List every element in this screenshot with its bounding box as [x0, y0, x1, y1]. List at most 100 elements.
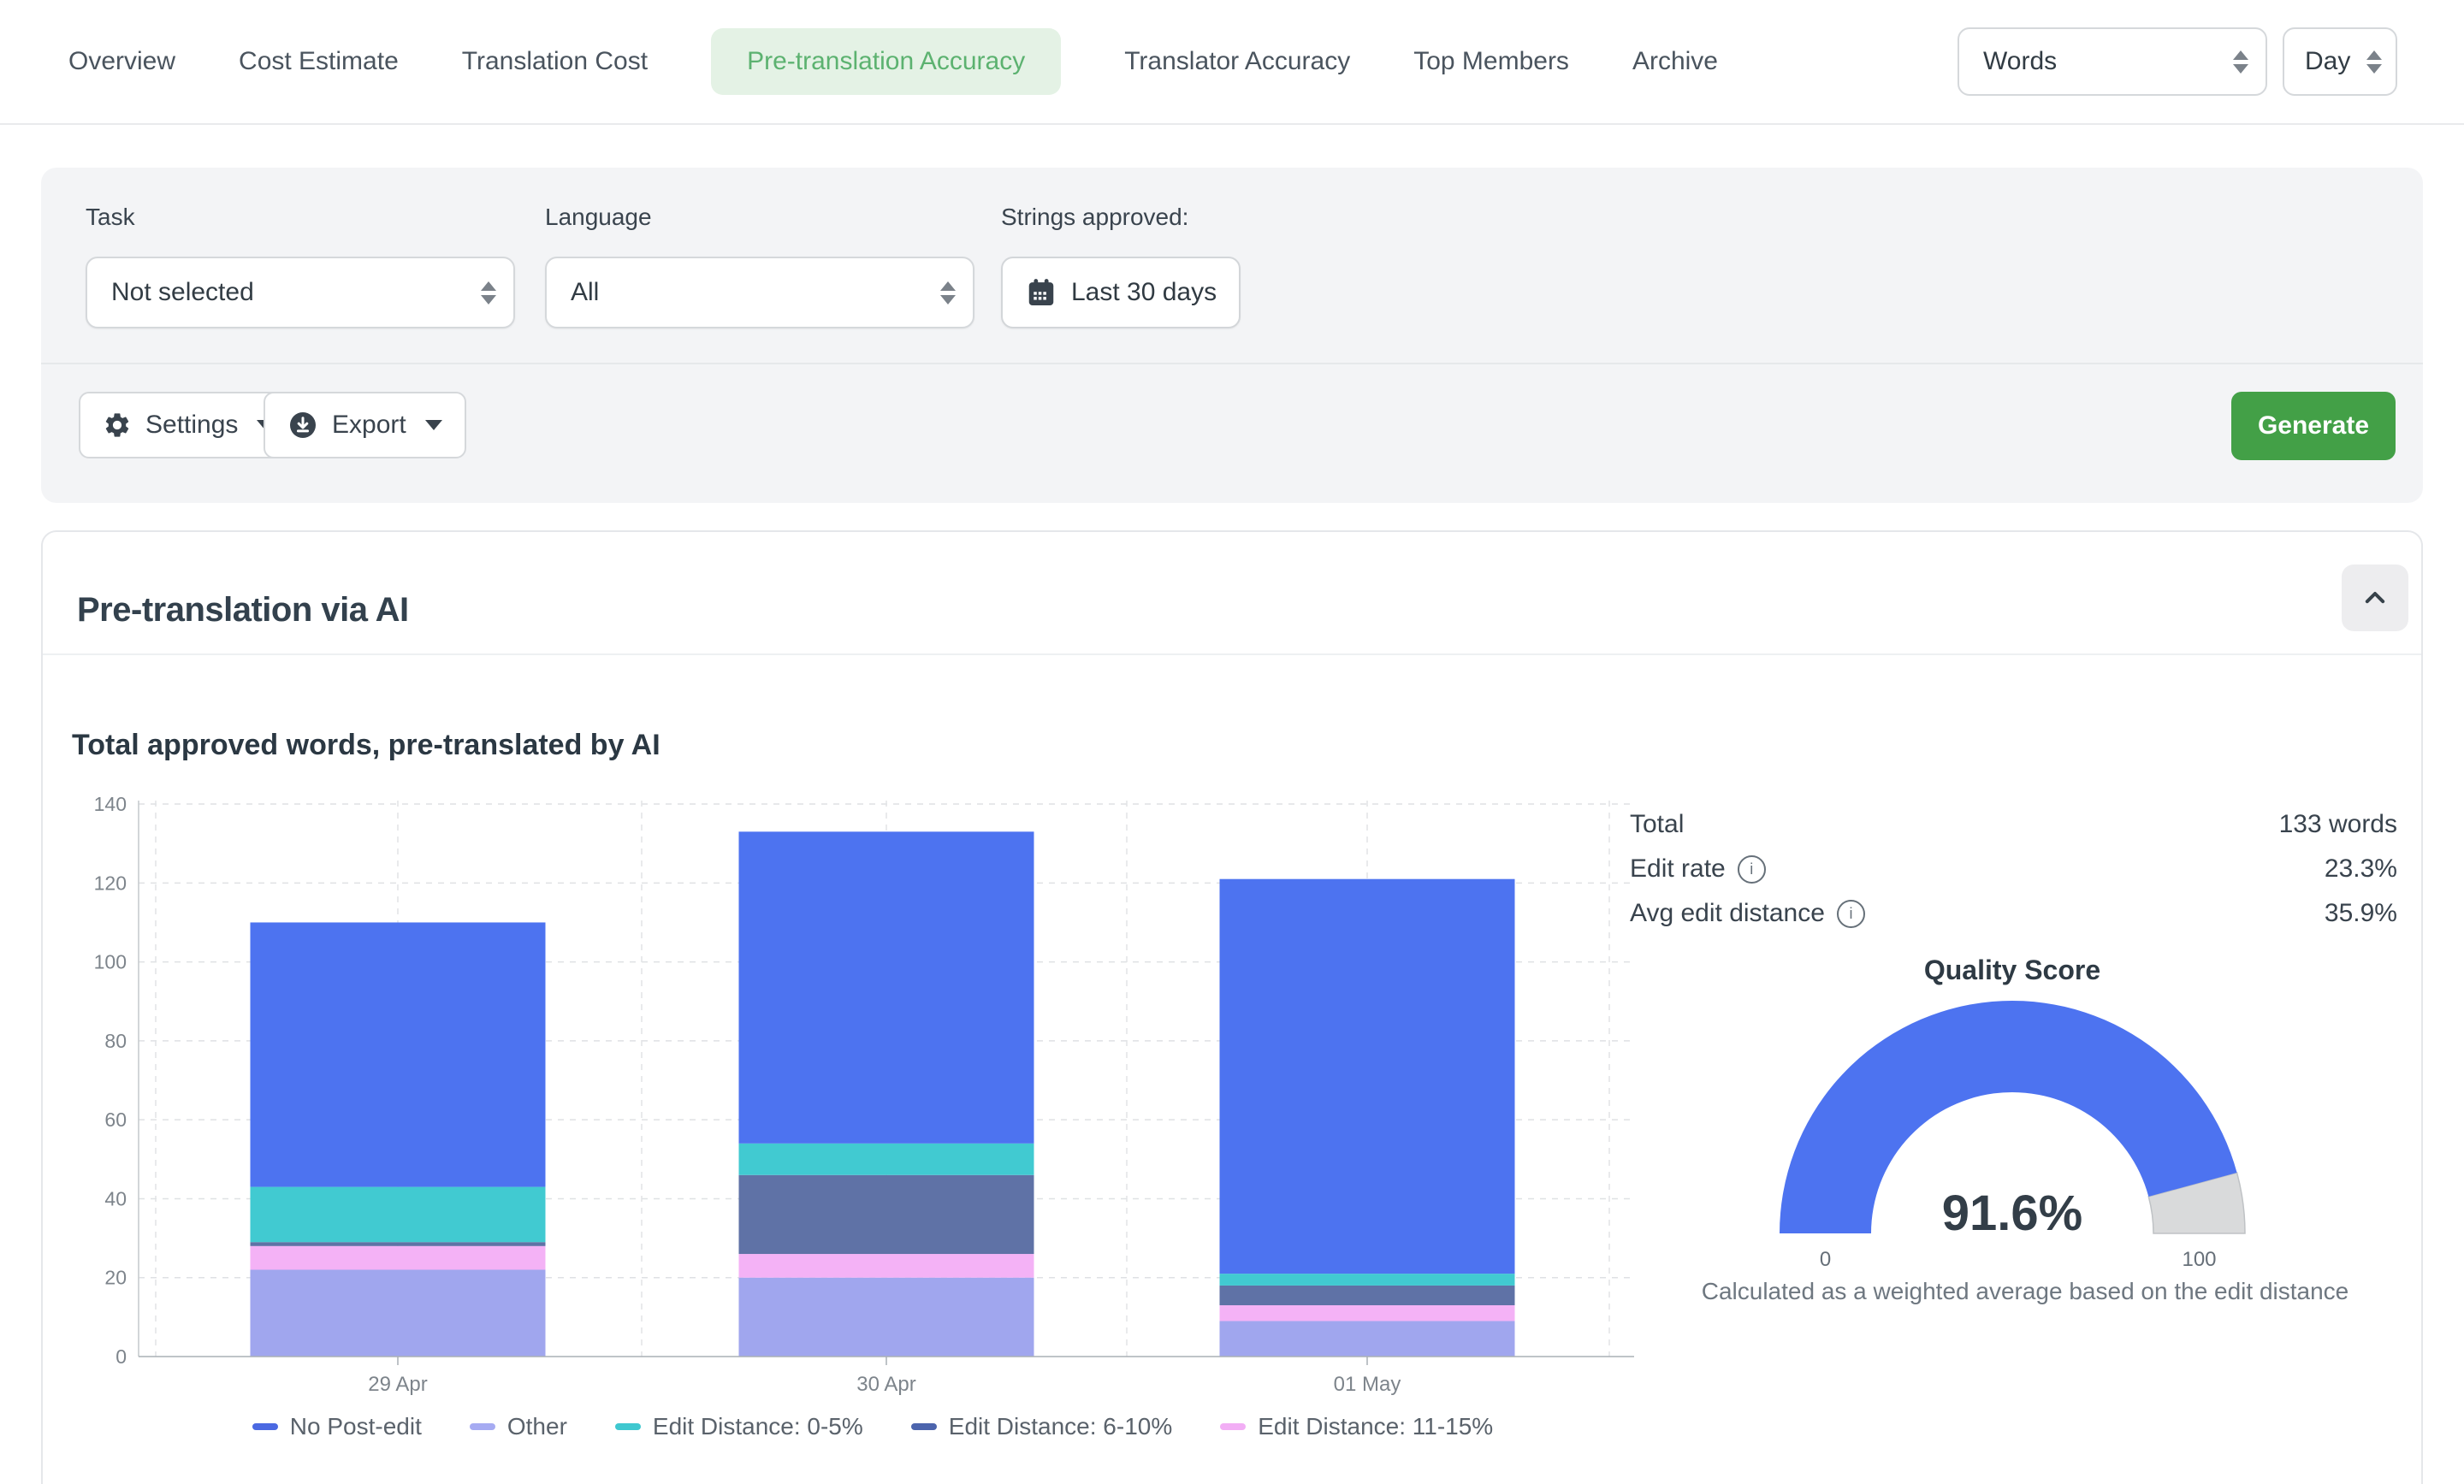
gauge-max-label: 100	[2182, 1248, 2216, 1271]
bar-segment	[739, 1254, 1034, 1278]
info-icon[interactable]: i	[1837, 900, 1865, 928]
bar-segment	[1220, 1286, 1515, 1305]
calendar-icon	[1025, 276, 1057, 309]
unit-select-value: Words	[1983, 47, 2057, 76]
export-button[interactable]: Export	[264, 392, 466, 458]
panel-divider	[41, 363, 2423, 364]
stats-value: 35.9%	[2325, 899, 2397, 928]
card-header-divider	[43, 653, 2421, 655]
stats-label: Total	[1630, 810, 1684, 839]
date-range-button[interactable]: Last 30 days	[1001, 257, 1241, 328]
bar-segment	[739, 1278, 1034, 1357]
legend-dash-icon	[911, 1423, 937, 1430]
gauge-caption: Calculated as a weighted average based o…	[1619, 1278, 2431, 1305]
svg-text:20: 20	[104, 1267, 127, 1289]
stepper-icon	[940, 281, 956, 304]
screen: Overview Cost Estimate Translation Cost Pre…	[0, 0, 2464, 1484]
bar-segment	[1220, 879, 1515, 1274]
stats-label: Avg edit distancei	[1630, 899, 1865, 928]
legend-dash-icon	[252, 1423, 278, 1430]
legend-label: No Post-edit	[290, 1413, 422, 1440]
tab-cost-estimate[interactable]: Cost Estimate	[239, 47, 399, 76]
stats-row: Total 133 words	[1630, 802, 2397, 847]
legend-item: Edit Distance: 6-10%	[911, 1413, 1172, 1440]
tab-overview[interactable]: Overview	[68, 47, 175, 76]
legend-label: Edit Distance: 0-5%	[653, 1413, 863, 1440]
collapse-button[interactable]	[2342, 565, 2408, 631]
svg-text:29 Apr: 29 Apr	[368, 1373, 427, 1396]
period-select[interactable]: Day	[2283, 27, 2397, 96]
svg-text:40: 40	[104, 1187, 127, 1209]
bar-segment	[251, 1187, 546, 1243]
bar-segment	[739, 831, 1034, 1144]
period-select-value: Day	[2305, 47, 2350, 76]
stats-value: 133 words	[2279, 810, 2397, 839]
bar-segment	[1220, 1305, 1515, 1321]
tab-translator-accuracy[interactable]: Translator Accuracy	[1124, 47, 1350, 76]
bar-segment	[1220, 1274, 1515, 1286]
stats-value: 23.3%	[2325, 854, 2397, 884]
legend-dash-icon	[615, 1423, 641, 1430]
svg-text:80: 80	[104, 1030, 127, 1052]
svg-text:01 May: 01 May	[1334, 1373, 1401, 1396]
tabbar-divider	[0, 123, 2464, 125]
svg-text:140: 140	[94, 793, 127, 815]
gauge-title: Quality Score	[1756, 955, 2269, 986]
info-icon[interactable]: i	[1738, 855, 1766, 884]
bar-segment	[739, 1144, 1034, 1175]
tab-top-members[interactable]: Top Members	[1413, 47, 1569, 76]
stats-row: Avg edit distancei 35.9%	[1630, 891, 2397, 936]
legend-item: Other	[470, 1413, 567, 1440]
stacked-bar-chart: 02040608010012014029 Apr30 Apr01 May	[86, 761, 1643, 1398]
legend-label: Edit Distance: 11-15%	[1258, 1413, 1493, 1440]
card-title: Pre-translation via AI	[77, 591, 409, 630]
legend-item: Edit Distance: 11-15%	[1220, 1413, 1493, 1440]
chevron-down-icon	[425, 420, 442, 430]
legend-item: No Post-edit	[252, 1413, 422, 1440]
legend-label: Edit Distance: 6-10%	[949, 1413, 1172, 1440]
stats-label: Edit ratei	[1630, 854, 1766, 884]
bar-segment	[251, 1246, 546, 1270]
gear-icon	[103, 411, 132, 440]
legend-label: Other	[507, 1413, 567, 1440]
download-icon	[287, 410, 318, 440]
bar-segment	[251, 1269, 546, 1357]
stats-block: Total 133 words Edit ratei 23.3% Avg edit di…	[1630, 802, 2397, 936]
chart-legend: No Post-edit Other Edit Distance: 0-5% Edit…	[120, 1413, 1626, 1440]
legend-item: Edit Distance: 0-5%	[615, 1413, 863, 1440]
legend-dash-icon	[470, 1423, 495, 1430]
stepper-icon	[2233, 50, 2248, 74]
date-range-value: Last 30 days	[1071, 278, 1217, 307]
filter-panel: Task Not selected Language All Strings a…	[41, 168, 2423, 503]
bar-segment	[739, 1175, 1034, 1254]
svg-text:120: 120	[94, 872, 127, 894]
chevron-up-icon	[2358, 581, 2392, 615]
svg-text:100: 100	[94, 951, 127, 973]
svg-text:30 Apr: 30 Apr	[856, 1373, 915, 1396]
task-select-value: Not selected	[111, 278, 254, 307]
bar-segment	[1220, 1321, 1515, 1357]
unit-select[interactable]: Words	[1958, 27, 2267, 96]
bar-segment	[251, 922, 546, 1186]
settings-label: Settings	[145, 411, 238, 440]
language-select-value: All	[571, 278, 599, 307]
generate-button[interactable]: Generate	[2231, 392, 2396, 460]
svg-text:0: 0	[116, 1345, 127, 1368]
strings-approved-label: Strings approved:	[1001, 204, 1188, 231]
gauge-min-label: 0	[1820, 1248, 1831, 1271]
stats-row: Edit ratei 23.3%	[1630, 847, 2397, 891]
quality-score-gauge: 91.6% 0 100	[1762, 984, 2267, 1292]
language-label: Language	[545, 204, 652, 231]
bar-segment	[251, 1242, 546, 1246]
tab-pre-translation-accuracy[interactable]: Pre-translation Accuracy	[711, 28, 1061, 95]
chart-heading: Total approved words, pre-translated by …	[72, 729, 660, 762]
legend-dash-icon	[1220, 1423, 1246, 1430]
gauge-value: 91.6%	[1942, 1185, 2082, 1241]
export-label: Export	[332, 411, 406, 440]
language-select[interactable]: All	[545, 257, 974, 328]
task-select[interactable]: Not selected	[86, 257, 515, 328]
stepper-icon	[2366, 50, 2382, 74]
tab-archive[interactable]: Archive	[1632, 47, 1718, 76]
tab-translation-cost[interactable]: Translation Cost	[462, 47, 648, 76]
task-label: Task	[86, 204, 135, 231]
